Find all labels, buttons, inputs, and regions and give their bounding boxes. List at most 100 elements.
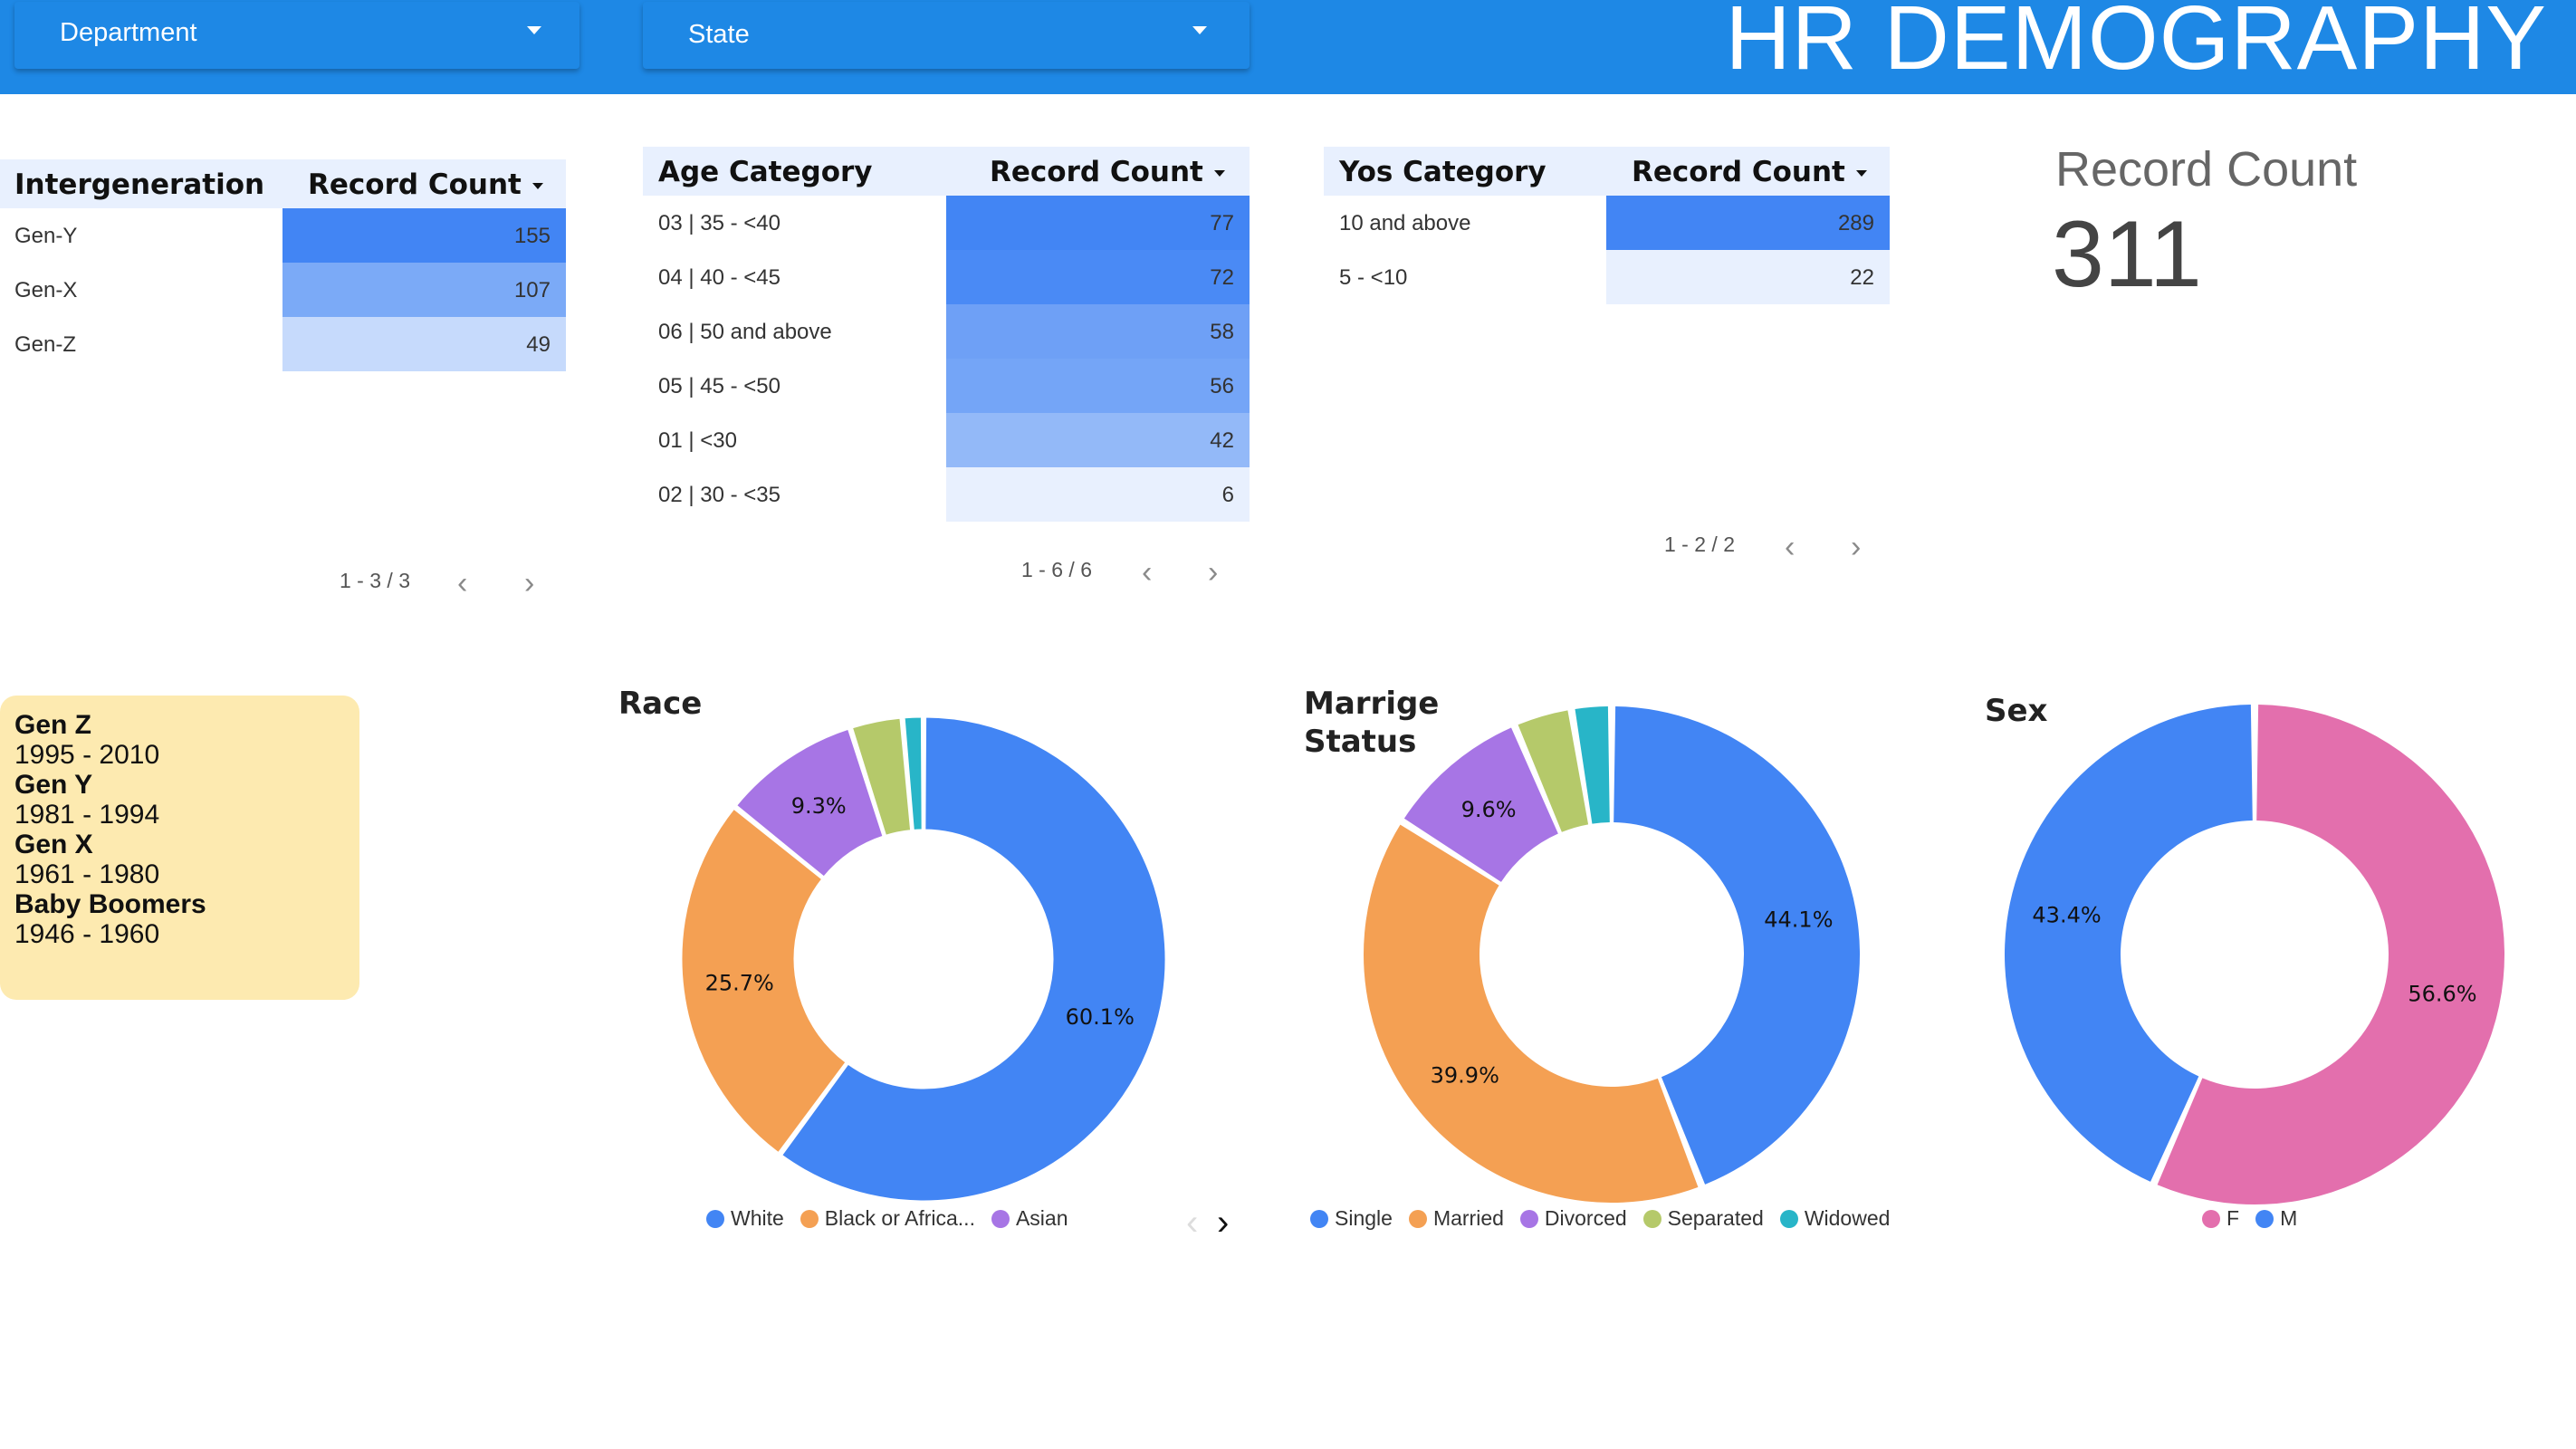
row-value: 58 bbox=[1210, 320, 1234, 344]
slice-percent-label: 43.4% bbox=[2032, 902, 2101, 927]
department-filter[interactable]: Department bbox=[14, 2, 579, 69]
slice-married[interactable] bbox=[1364, 824, 1699, 1203]
legend-swatch bbox=[2202, 1209, 2220, 1228]
legend-item[interactable]: Single bbox=[1310, 1206, 1393, 1231]
table-row[interactable]: 02 | 30 - <35 6 bbox=[643, 467, 1250, 522]
legend-item[interactable]: Widowed bbox=[1779, 1206, 1891, 1231]
table-row[interactable]: 04 | 40 - <45 72 bbox=[643, 250, 1250, 304]
legend-label: Single bbox=[1335, 1206, 1393, 1230]
table-row[interactable]: 05 | 45 - <50 56 bbox=[643, 359, 1250, 413]
column-header-metric[interactable]: Record Count bbox=[308, 168, 543, 201]
slice-percent-label: 9.6% bbox=[1461, 797, 1517, 822]
row-value: 289 bbox=[1837, 211, 1874, 235]
legend-next-icon[interactable]: › bbox=[1217, 1203, 1229, 1243]
legend-label: White bbox=[731, 1206, 784, 1230]
legend-item[interactable]: White bbox=[706, 1206, 784, 1231]
row-value: 77 bbox=[1210, 211, 1234, 235]
column-header-dimension[interactable]: Age Category bbox=[658, 156, 873, 188]
table-row[interactable]: 5 - <10 22 bbox=[1324, 250, 1890, 304]
legend-heading: Gen Y bbox=[14, 770, 93, 800]
legend-item[interactable]: F bbox=[2202, 1206, 2239, 1231]
legend-prev-icon[interactable]: ‹ bbox=[1186, 1203, 1198, 1243]
legend-item[interactable]: Married bbox=[1408, 1206, 1504, 1231]
sex-donut-chart[interactable]: 56.6% 43.4% bbox=[2001, 701, 2508, 1208]
legend-label: Married bbox=[1432, 1206, 1504, 1230]
row-label: 05 | 45 - <50 bbox=[658, 374, 780, 398]
legend-label: Widowed bbox=[1804, 1206, 1891, 1230]
row-label: 10 and above bbox=[1339, 211, 1471, 235]
legend-swatch bbox=[1519, 1209, 1538, 1228]
legend-item[interactable]: M bbox=[2255, 1206, 2297, 1231]
table-pagination: 1 - 3 / 3 ‹ › bbox=[340, 566, 566, 601]
table-row[interactable]: Gen-X 107 bbox=[0, 263, 566, 317]
row-label: 04 | 40 - <45 bbox=[658, 265, 780, 290]
row-value: 107 bbox=[513, 278, 551, 302]
sort-desc-icon bbox=[1855, 170, 1867, 177]
row-value: 6 bbox=[1221, 483, 1234, 507]
table-row[interactable]: 06 | 50 and above 58 bbox=[643, 304, 1250, 359]
prev-page-icon[interactable]: ‹ bbox=[1785, 530, 1795, 565]
table-header: Age Category Record Count bbox=[643, 147, 1250, 196]
next-page-icon[interactable]: › bbox=[1208, 555, 1218, 590]
marriage-status-donut-chart[interactable]: 44.1% 39.9% 9.6% bbox=[1358, 701, 1865, 1208]
column-header-metric[interactable]: Record Count bbox=[1632, 156, 1867, 188]
table-row[interactable]: 01 | <30 42 bbox=[643, 413, 1250, 467]
state-filter[interactable]: State bbox=[643, 2, 1250, 69]
legend-swatch bbox=[2255, 1209, 2274, 1228]
page-title: HR DEMOGRAPHY bbox=[1725, 0, 2547, 89]
state-filter-label: State bbox=[688, 20, 750, 49]
next-page-icon[interactable]: › bbox=[1851, 530, 1861, 565]
slice-percent-label: 9.3% bbox=[791, 793, 847, 819]
prev-page-icon[interactable]: ‹ bbox=[1142, 555, 1152, 590]
column-header-dimension[interactable]: Intergeneration bbox=[14, 168, 264, 201]
department-filter-label: Department bbox=[60, 18, 197, 47]
pagination-range: 1 - 6 / 6 bbox=[1021, 558, 1092, 581]
sort-desc-icon bbox=[531, 183, 543, 189]
sex-chart-legend: FM bbox=[2202, 1206, 2297, 1231]
row-label: Gen-X bbox=[14, 278, 78, 302]
marriage-status-chart-legend: Single Married Divorced Separated Widowed bbox=[1310, 1206, 1890, 1231]
row-label: Gen-Z bbox=[14, 332, 77, 357]
row-value: 22 bbox=[1850, 265, 1874, 290]
row-label: 03 | 35 - <40 bbox=[658, 211, 780, 235]
row-value: 72 bbox=[1210, 265, 1234, 290]
legend-item[interactable]: Separated bbox=[1642, 1206, 1764, 1231]
race-donut-chart[interactable]: 60.1% 25.7% 9.3% bbox=[675, 710, 1173, 1208]
legend-label: Divorced bbox=[1544, 1206, 1627, 1230]
legend-item[interactable]: Asian bbox=[991, 1206, 1068, 1231]
row-value: 155 bbox=[513, 224, 551, 248]
scorecard-value: 311 bbox=[2052, 202, 2202, 307]
legend-swatch bbox=[1642, 1209, 1661, 1228]
row-label: 02 | 30 - <35 bbox=[658, 483, 780, 507]
column-header-metric[interactable]: Record Count bbox=[990, 156, 1225, 188]
row-label: Gen-Y bbox=[14, 224, 78, 248]
slice-percent-label: 56.6% bbox=[2408, 982, 2476, 1007]
legend-heading: Gen Z bbox=[14, 710, 92, 740]
legend-label: M bbox=[2280, 1206, 2298, 1230]
table-row[interactable]: Gen-Z 49 bbox=[0, 317, 566, 371]
legend-heading: Gen X bbox=[14, 830, 93, 859]
row-label: 5 - <10 bbox=[1339, 265, 1408, 290]
legend-swatch bbox=[1408, 1209, 1427, 1228]
legend-label: Asian bbox=[1015, 1206, 1068, 1230]
next-page-icon[interactable]: › bbox=[524, 566, 534, 601]
table-row[interactable]: 10 and above 289 bbox=[1324, 196, 1890, 250]
column-header-dimension[interactable]: Yos Category bbox=[1339, 156, 1547, 188]
legend-label: Black or Africa... bbox=[824, 1206, 975, 1230]
chevron-down-icon bbox=[527, 26, 541, 34]
legend-swatch bbox=[991, 1209, 1010, 1228]
legend-swatch bbox=[1310, 1209, 1328, 1228]
prev-page-icon[interactable]: ‹ bbox=[457, 566, 467, 601]
slice-percent-label: 44.1% bbox=[1764, 907, 1833, 932]
legend-label: F bbox=[2226, 1206, 2240, 1230]
row-label: 01 | <30 bbox=[658, 428, 737, 453]
slice-percent-label: 60.1% bbox=[1066, 1004, 1135, 1030]
legend-label: Separated bbox=[1667, 1206, 1764, 1230]
chevron-down-icon bbox=[1192, 26, 1207, 34]
legend-swatch bbox=[800, 1209, 819, 1228]
table-row[interactable]: Gen-Y 155 bbox=[0, 208, 566, 263]
table-row[interactable]: 03 | 35 - <40 77 bbox=[643, 196, 1250, 250]
legend-item[interactable]: Divorced bbox=[1519, 1206, 1627, 1231]
legend-item[interactable]: Black or Africa... bbox=[800, 1206, 975, 1231]
sort-desc-icon bbox=[1213, 170, 1225, 177]
